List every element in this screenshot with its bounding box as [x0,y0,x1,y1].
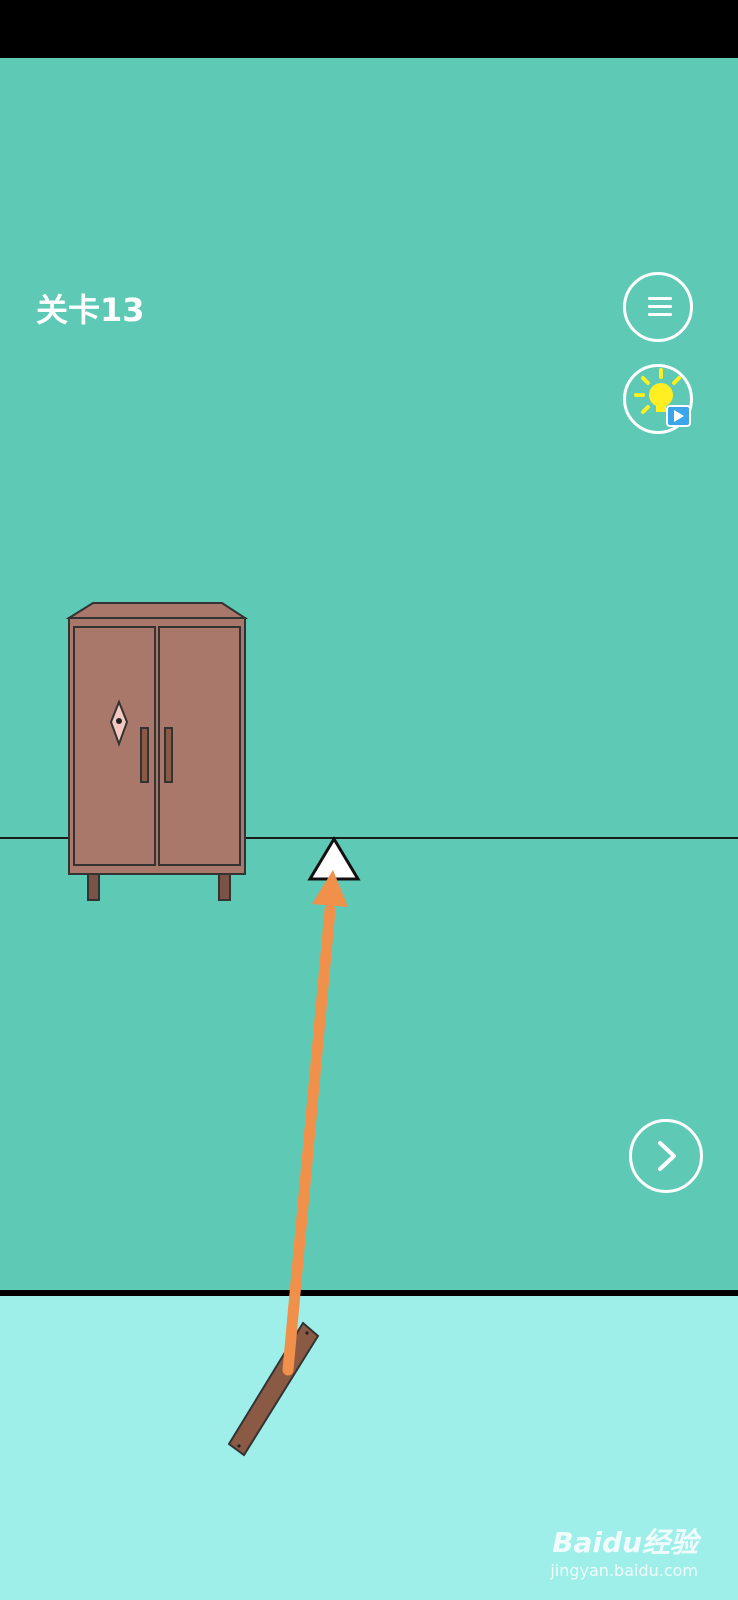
right-door-handle [164,727,173,783]
watermark: Baidu经验 jingyan.baidu.com [550,1521,698,1580]
orange-arrow [282,870,348,1376]
left-door-handle [140,727,149,783]
watermark-url: jingyan.baidu.com [550,1561,698,1580]
watermark-brand: Baidu经验 [552,1526,698,1559]
wooden-plank[interactable] [227,1321,320,1457]
scene-drawing [65,602,361,1457]
cabinet[interactable] [65,602,249,901]
